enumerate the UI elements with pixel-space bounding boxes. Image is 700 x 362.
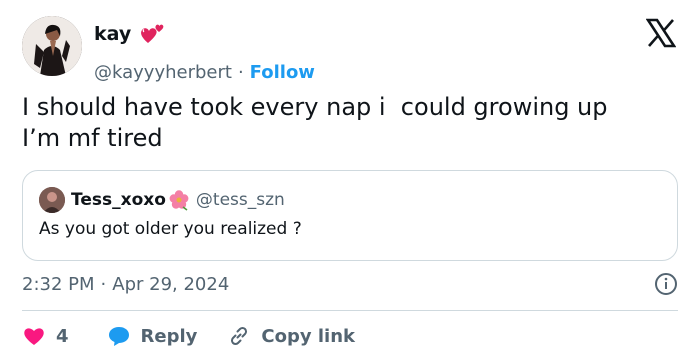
action-divider <box>22 310 678 311</box>
timestamp-separator: · <box>100 273 107 295</box>
quoted-avatar <box>39 187 65 213</box>
like-count: 4 <box>56 325 69 347</box>
author-avatar[interactable] <box>22 16 82 76</box>
quoted-handle: @tess_szn <box>195 190 285 210</box>
quoted-text: As you got older you realized ? <box>39 219 302 239</box>
avatar-image <box>22 16 82 76</box>
tweet-time[interactable]: 2:32 PM <box>22 274 95 295</box>
follow-button[interactable]: Follow <box>250 62 315 83</box>
author-handle[interactable]: @kayyyherbert <box>94 62 232 83</box>
hibiscus-icon <box>169 190 189 211</box>
speech-bubble-icon <box>108 327 129 346</box>
tweet-header: kay @kayyyherbert · Follow <box>22 16 678 83</box>
like-button[interactable]: 4 <box>22 324 107 348</box>
reply-button[interactable]: Reply <box>107 324 228 348</box>
tweet-date[interactable]: Apr 29, 2024 <box>112 274 229 295</box>
reply-label: Reply <box>140 325 198 347</box>
x-logo-icon[interactable] <box>646 18 676 48</box>
info-icon[interactable] <box>654 272 678 296</box>
author-display-name[interactable]: kay <box>94 23 131 45</box>
copy-link-button[interactable]: Copy link <box>227 324 355 348</box>
quoted-avatar-image <box>39 187 65 213</box>
timestamp[interactable]: 2:32 PM · Apr 29, 2024 <box>22 272 678 296</box>
tweet-text: I should have took every nap i could gro… <box>22 93 608 152</box>
tweet-actions: 4 Reply Copy link <box>22 322 355 350</box>
separator-dot: · <box>237 62 244 83</box>
heart-icon <box>24 328 44 345</box>
link-icon <box>231 326 248 346</box>
two-hearts-icon <box>141 24 164 43</box>
quoted-tweet[interactable]: Tess_xoxo @tess_szn As you got older you… <box>22 170 678 261</box>
quoted-display-name: Tess_xoxo <box>71 190 166 210</box>
copy-link-label: Copy link <box>261 325 355 347</box>
